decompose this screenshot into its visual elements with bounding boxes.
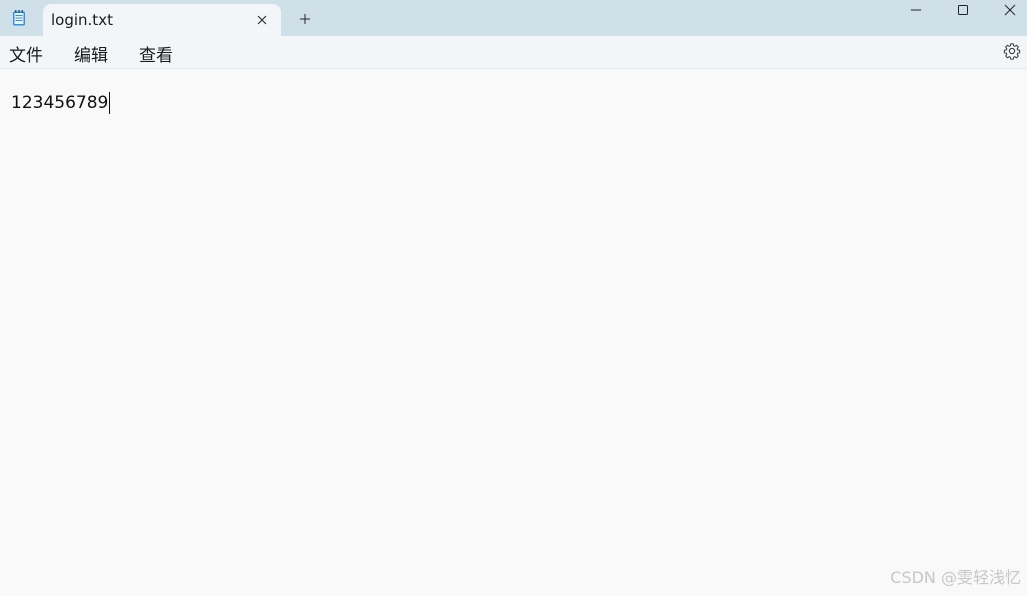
close-icon: [1004, 4, 1016, 16]
plus-icon[interactable]: [298, 11, 312, 25]
editor-content: 123456789: [11, 93, 109, 113]
maximize-button[interactable]: [940, 0, 986, 22]
gear-icon[interactable]: [1003, 42, 1021, 60]
text-caret: [109, 92, 111, 114]
menu-view[interactable]: 查看: [139, 41, 173, 66]
tab-login-txt[interactable]: login.txt: [43, 4, 281, 36]
editor-line: 123456789: [11, 92, 111, 114]
minimize-icon: [911, 9, 921, 11]
close-icon[interactable]: [255, 12, 269, 26]
menu-bar: 文件 编辑 查看: [0, 36, 1027, 69]
close-window-button[interactable]: [987, 0, 1027, 22]
notepad-icon: [10, 9, 28, 27]
watermark: CSDN @雯轻浅忆: [890, 568, 1021, 587]
menu-edit[interactable]: 编辑: [74, 41, 108, 66]
text-editor[interactable]: 123456789 CSDN @雯轻浅忆: [0, 75, 1027, 596]
maximize-icon: [958, 5, 968, 15]
tab-title: login.txt: [51, 11, 113, 29]
menu-file[interactable]: 文件: [9, 41, 43, 66]
minimize-button[interactable]: [893, 0, 939, 22]
title-bar: login.txt: [0, 0, 1027, 36]
